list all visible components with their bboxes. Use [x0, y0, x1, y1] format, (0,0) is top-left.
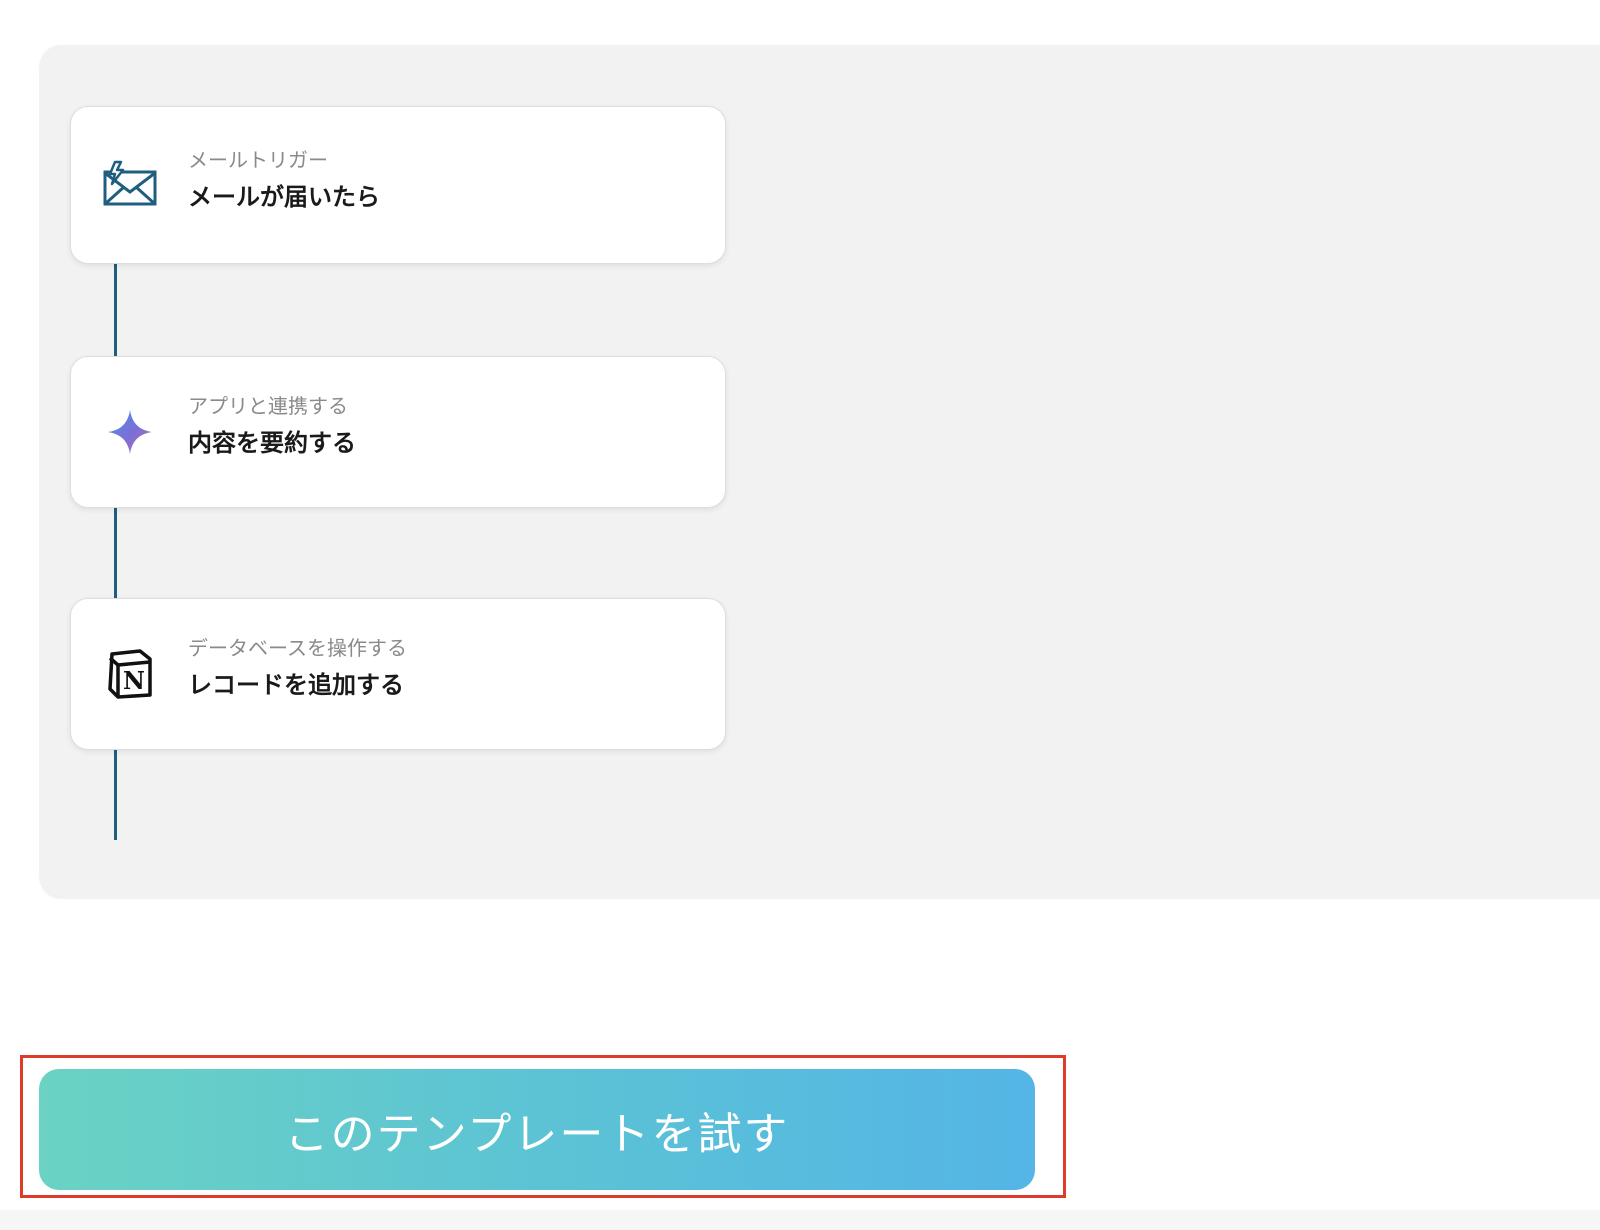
step-category: データベースを操作する: [188, 636, 407, 660]
flow-step-mail-trigger[interactable]: メールトリガー メールが届いたら: [70, 106, 726, 264]
step-category: アプリと連携する: [188, 394, 348, 418]
try-template-button[interactable]: このテンプレートを試す: [39, 1069, 1035, 1190]
flow-step-add-record[interactable]: N データベースを操作する レコードを追加する: [70, 598, 726, 750]
step-category: メールトリガー: [188, 148, 328, 172]
step-text: データベースを操作する レコードを追加する: [188, 635, 407, 701]
flow-step-summarize[interactable]: アプリと連携する 内容を要約する: [70, 356, 726, 508]
ai-sparkle-icon: [103, 405, 157, 459]
step-title: 内容を要約する: [188, 429, 356, 457]
step-title: メールが届いたら: [188, 183, 380, 211]
flow-connector: [114, 750, 117, 840]
step-title: レコードを追加する: [188, 671, 404, 699]
svg-text:N: N: [123, 666, 145, 695]
flow-connector: [114, 264, 117, 356]
notion-icon: N: [103, 647, 157, 701]
step-text: メールトリガー メールが届いたら: [188, 147, 380, 213]
bottom-strip: [0, 1210, 1600, 1230]
page: メールトリガー メールが届いたら アプリと連携する 内容を要約する N データベ…: [0, 0, 1600, 1230]
mail-trigger-icon: [103, 157, 157, 211]
flow-connector: [114, 508, 117, 598]
step-text: アプリと連携する 内容を要約する: [188, 393, 356, 459]
